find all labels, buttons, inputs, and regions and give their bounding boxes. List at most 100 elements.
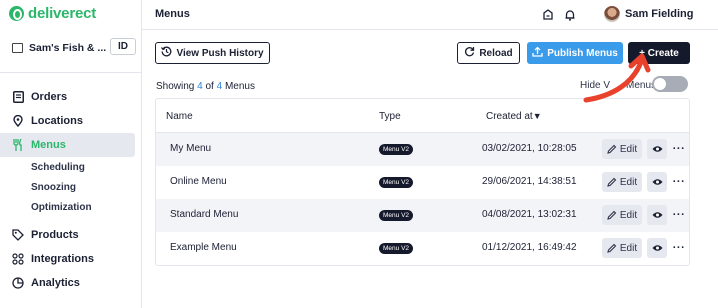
sidebar-divider [0,72,141,73]
menu-name: Online Menu [170,176,227,187]
summary-suffix: Menus [222,81,255,92]
menu-name: Standard Menu [170,209,239,220]
upload-icon [532,46,543,60]
create-button[interactable]: + Create [628,42,690,64]
app-root: deliverect Sam's Fish & ... ID Orders Lo… [0,0,718,308]
created-header-label: Created at [486,111,533,122]
preview-button[interactable] [647,205,667,225]
hide-toggle-label-head: Hide V [580,80,611,91]
toggle-knob [654,78,666,90]
preview-button[interactable] [647,238,667,258]
type-badge: Menu V2 [379,210,414,221]
store-id-badge[interactable]: ID [110,38,136,55]
preview-button[interactable] [647,172,667,192]
sidebar-nav: Orders Locations Menus Scheduling Snoozi… [0,85,141,295]
integrations-icon [12,253,24,265]
menus-table: Name Type Created at▼ My Menu Menu V2 03/0… [155,98,690,266]
edit-button[interactable]: Edit [602,172,642,192]
store-selector[interactable]: Sam's Fish & ... ID [12,38,136,55]
history-icon [161,46,172,60]
table-row[interactable]: Example Menu Menu V2 01/12/2021, 16:49:42 E… [156,232,689,265]
column-header-created[interactable]: Created at▼ [486,111,542,122]
reload-icon [464,46,475,60]
sidebar-item-label: Locations [31,115,83,127]
sidebar-item-products[interactable]: Products [0,223,141,247]
sidebar-item-label: Menus [31,139,66,151]
page-title: Menus [155,8,190,20]
summary-prefix: Showing [156,81,198,92]
location-pin-icon [12,115,24,127]
created-at: 04/08/2021, 13:02:31 [482,209,577,220]
sidebar-subitem-optimization[interactable]: Optimization [0,197,141,217]
top-header: Menus Sam Fielding [142,0,718,30]
created-at: 29/06/2021, 14:38:51 [482,176,577,187]
more-options-button[interactable]: ··· [672,238,686,258]
more-options-button[interactable]: ··· [672,205,686,225]
brand-logo[interactable]: deliverect [9,5,96,22]
column-header-name[interactable]: Name [166,111,193,122]
deliverect-logo-icon [9,6,24,21]
menus-count-summary: Showing 4 of 4 Menus [156,81,255,92]
sidebar-item-locations[interactable]: Locations [0,109,141,133]
edit-label: Edit [619,176,638,188]
sort-desc-icon: ▼ [532,111,542,121]
user-name[interactable]: Sam Fielding [625,8,693,20]
type-badge: Menu V2 [379,177,414,188]
more-options-button[interactable]: ··· [672,172,686,192]
table-body: My Menu Menu V2 03/02/2021, 10:28:05 Edit ··… [156,133,689,265]
tag-icon [12,229,24,241]
button-label: Reload [479,47,513,59]
store-icon [12,43,23,53]
publish-menus-button[interactable]: Publish Menus [527,42,623,64]
sidebar-item-label: Analytics [31,277,80,289]
analytics-icon [12,277,24,289]
edit-button[interactable]: Edit [602,139,642,159]
cutlery-icon [12,139,24,151]
created-at: 03/02/2021, 10:28:05 [482,143,577,154]
sidebar-subitem-snoozing[interactable]: Snoozing [0,177,141,197]
sidebar-item-menus[interactable]: Menus [0,133,135,157]
sidebar-subitem-scheduling[interactable]: Scheduling [0,157,141,177]
more-options-button[interactable]: ··· [672,139,686,159]
bell-icon[interactable] [564,8,576,21]
sidebar-item-analytics[interactable]: Analytics [0,271,141,295]
sidebar-item-label: Integrations [31,253,94,265]
orders-icon [12,91,24,103]
edit-label: Edit [619,143,638,155]
view-push-history-button[interactable]: View Push History [155,42,270,64]
edit-button[interactable]: Edit [602,238,642,258]
table-row[interactable]: Online Menu Menu V2 29/06/2021, 14:38:51 Ed… [156,166,689,199]
pencil-icon [607,177,617,187]
pencil-icon [607,144,617,154]
preview-button[interactable] [647,139,667,159]
summary-of: of [202,81,217,92]
pencil-icon [607,210,617,220]
sidebar: deliverect Sam's Fish & ... ID Orders Lo… [0,0,142,308]
created-at: 01/12/2021, 16:49:42 [482,242,577,253]
column-header-type[interactable]: Type [379,111,401,122]
table-row[interactable]: Standard Menu Menu V2 04/08/2021, 13:02:31… [156,199,689,232]
eye-icon [652,179,662,185]
table-header: Name Type Created at▼ [156,99,689,133]
type-badge: Menu V2 [379,243,414,254]
type-badge: Menu V2 [379,144,414,155]
edit-button[interactable]: Edit [602,205,642,225]
pencil-icon [607,243,617,253]
store-name: Sam's Fish & ... [29,42,107,54]
sidebar-item-orders[interactable]: Orders [0,85,141,109]
menu-name: Example Menu [170,242,237,253]
hide-toggle-switch[interactable] [652,76,688,92]
lock-icon[interactable] [542,8,554,20]
avatar[interactable] [604,6,620,22]
button-label: + Create [639,47,679,59]
sidebar-item-label: Products [31,229,79,241]
sidebar-item-label: Orders [31,91,68,103]
sidebar-item-integrations[interactable]: Integrations [0,247,141,271]
button-label: Publish Menus [547,47,618,59]
brand-name: deliverect [28,5,97,22]
hide-toggle-label: Hide V Menus [580,80,656,91]
edit-label: Edit [619,209,638,221]
table-row[interactable]: My Menu Menu V2 03/02/2021, 10:28:05 Edit ··… [156,133,689,166]
reload-button[interactable]: Reload [457,42,520,64]
button-label: View Push History [176,47,264,59]
